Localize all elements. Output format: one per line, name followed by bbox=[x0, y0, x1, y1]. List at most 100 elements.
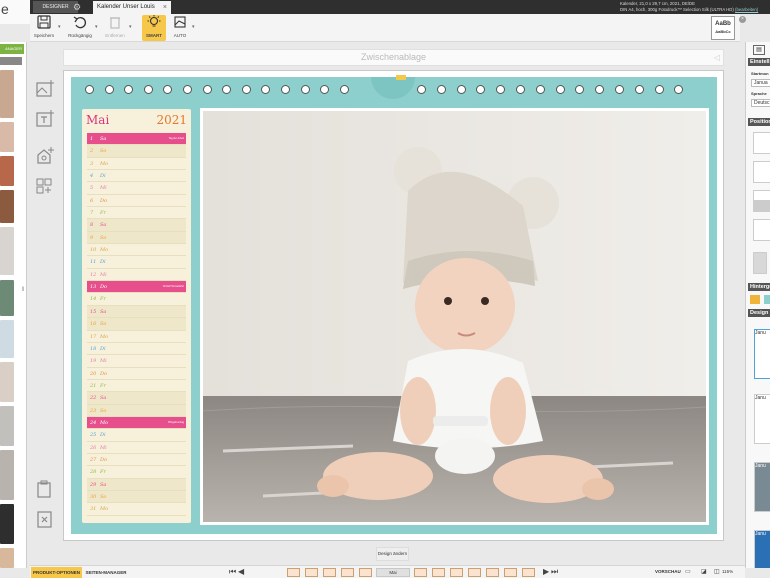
delete-icon[interactable] bbox=[34, 509, 56, 531]
change-design-button[interactable]: Design ändern bbox=[376, 547, 409, 561]
day-number: 16 bbox=[90, 321, 97, 328]
current-page-indicator[interactable]: Mai bbox=[376, 568, 410, 577]
add-clipart-icon[interactable] bbox=[34, 146, 56, 168]
page-thumbnail[interactable] bbox=[359, 568, 372, 577]
preview-label[interactable]: VORSCHAU bbox=[655, 566, 681, 578]
color-swatch-teal[interactable] bbox=[764, 295, 770, 304]
design-thumbnail[interactable]: Janu bbox=[754, 530, 770, 568]
arrow-left-icon[interactable]: ◁ bbox=[714, 50, 720, 65]
page-thumbnail[interactable] bbox=[468, 568, 481, 577]
photo-thumbnail[interactable] bbox=[0, 190, 14, 223]
baby-photo[interactable] bbox=[203, 111, 706, 522]
page-thumbnail[interactable] bbox=[432, 568, 445, 577]
design-thumbnail[interactable]: Janu bbox=[754, 329, 770, 379]
gear-icon[interactable]: ⚙ bbox=[70, 2, 84, 14]
edit-product-link[interactable]: (bearbeiten) bbox=[735, 7, 758, 12]
photo-thumbnail[interactable] bbox=[0, 280, 14, 316]
photo-thumbnail[interactable] bbox=[0, 548, 14, 568]
page-thumbnail[interactable] bbox=[323, 568, 336, 577]
position-option[interactable] bbox=[753, 190, 770, 212]
chevron-down-icon[interactable]: ▾ bbox=[95, 24, 98, 30]
day-row: 29 Sa bbox=[87, 478, 186, 491]
page-thumbnail[interactable] bbox=[522, 568, 535, 577]
page-thumbnail[interactable] bbox=[341, 568, 354, 577]
preview-toggle-icon[interactable]: ▭ bbox=[685, 567, 691, 577]
day-number: 30 bbox=[90, 493, 97, 500]
color-swatch-orange[interactable] bbox=[750, 295, 760, 304]
undo-button[interactable]: Rückgängig bbox=[66, 15, 94, 41]
chevron-down-icon[interactable]: ▾ bbox=[129, 24, 132, 30]
close-icon[interactable]: × bbox=[739, 16, 746, 23]
binding-ring bbox=[575, 85, 585, 94]
panel-scrollbar[interactable] bbox=[0, 57, 22, 65]
prev-page-icon[interactable]: ◀ bbox=[238, 567, 244, 577]
design-thumbnail[interactable]: Janu bbox=[754, 394, 770, 444]
document-tab[interactable]: Kalender Unser Louis × bbox=[93, 1, 171, 14]
day-number: 13 bbox=[90, 284, 97, 291]
add-image-icon[interactable] bbox=[34, 79, 56, 101]
first-page-icon[interactable]: ⏮ bbox=[229, 567, 236, 577]
weekday: Di bbox=[100, 345, 106, 352]
add-text-icon[interactable] bbox=[34, 109, 56, 131]
chevron-down-icon[interactable]: ▾ bbox=[192, 24, 195, 30]
photo-thumbnail[interactable] bbox=[0, 450, 14, 500]
binding-ring bbox=[261, 85, 271, 94]
photo-frame[interactable] bbox=[200, 108, 709, 525]
preview-icon[interactable]: ◪ bbox=[701, 567, 707, 577]
page-thumbnail[interactable] bbox=[504, 568, 517, 577]
last-page-icon[interactable]: ⏭ bbox=[551, 567, 558, 577]
smart-button[interactable]: SMART bbox=[142, 15, 166, 41]
image-manager-button[interactable]: ANAGER bbox=[0, 44, 24, 54]
font-preview-thumbnail[interactable]: AaBb AaBbCc bbox=[711, 16, 735, 40]
weekday: So bbox=[100, 148, 107, 155]
photo-thumbnail[interactable] bbox=[0, 362, 14, 402]
photo-thumbnail[interactable] bbox=[0, 320, 14, 358]
photo-thumbnail[interactable] bbox=[0, 122, 14, 152]
page-thumbnail[interactable] bbox=[414, 568, 427, 577]
photo-thumbnail[interactable] bbox=[0, 227, 14, 275]
page-thumbnail[interactable] bbox=[305, 568, 318, 577]
chevron-down-icon[interactable]: ▾ bbox=[58, 24, 61, 30]
product-info: Kalender, 21,0 x 29,7 cm, 2021, DE/DE DI… bbox=[620, 1, 770, 15]
add-layout-icon[interactable] bbox=[34, 176, 56, 198]
start-month-select[interactable]: Janua bbox=[751, 79, 770, 87]
photo-thumbnail[interactable] bbox=[0, 406, 14, 446]
month-planner[interactable]: Mai 2021 1 Sa Tag der Arbeit 2 So 3 Mo 4 Di 5 Mi 6 D… bbox=[82, 109, 191, 523]
design-thumbnail[interactable]: Janu bbox=[754, 462, 770, 512]
paste-icon[interactable] bbox=[34, 479, 56, 501]
close-icon[interactable]: × bbox=[163, 1, 167, 14]
page-thumbnail[interactable] bbox=[287, 568, 300, 577]
remove-button[interactable]: Entfernen bbox=[102, 15, 128, 41]
position-option[interactable] bbox=[753, 132, 770, 154]
weekday: Sa bbox=[100, 222, 107, 229]
photo-thumbnail[interactable] bbox=[0, 156, 14, 186]
product-options-button[interactable]: PRODUKT-OPTIONEN bbox=[31, 567, 82, 578]
clipboard-area[interactable]: Zwischenablage ◁ bbox=[63, 49, 724, 66]
binding-ring bbox=[124, 85, 134, 94]
weekday: So bbox=[100, 234, 107, 241]
layout-toggle-icon[interactable]: ▤ bbox=[753, 45, 765, 55]
bottom-bar: PRODUKT-OPTIONEN SEITEN-MANAGER ⏮ ◀ Mai … bbox=[30, 565, 745, 578]
page-thumbnail[interactable] bbox=[450, 568, 463, 577]
position-option[interactable] bbox=[753, 161, 770, 183]
collapse-handle[interactable]: ‖ bbox=[22, 287, 24, 293]
weekday: Do bbox=[100, 284, 108, 291]
page-thumbnail[interactable] bbox=[486, 568, 499, 577]
page-manager-button[interactable]: SEITEN-MANAGER bbox=[84, 567, 128, 578]
position-option[interactable] bbox=[753, 219, 770, 241]
photo-thumbnail[interactable] bbox=[0, 70, 14, 118]
zoom-level[interactable]: 115% bbox=[722, 566, 733, 578]
language-select[interactable]: Deutsc bbox=[751, 99, 770, 107]
auto-button[interactable]: AUTO bbox=[168, 15, 192, 41]
photo-thumbnail[interactable] bbox=[0, 504, 14, 544]
trash-icon bbox=[102, 15, 128, 32]
calendar-sheet[interactable]: Mai 2021 1 Sa Tag der Arbeit 2 So 3 Mo 4 Di 5 Mi 6 D… bbox=[71, 75, 717, 534]
position-option[interactable] bbox=[753, 252, 767, 274]
day-number: 8 bbox=[90, 222, 94, 229]
save-label: Speichern bbox=[33, 33, 55, 38]
save-button[interactable]: Speichern bbox=[31, 15, 57, 41]
next-page-icon[interactable]: ▶ bbox=[543, 567, 549, 577]
binding-ring bbox=[674, 85, 684, 94]
zoom-icon[interactable]: ◫ bbox=[714, 567, 720, 577]
binding-ring bbox=[436, 85, 446, 94]
